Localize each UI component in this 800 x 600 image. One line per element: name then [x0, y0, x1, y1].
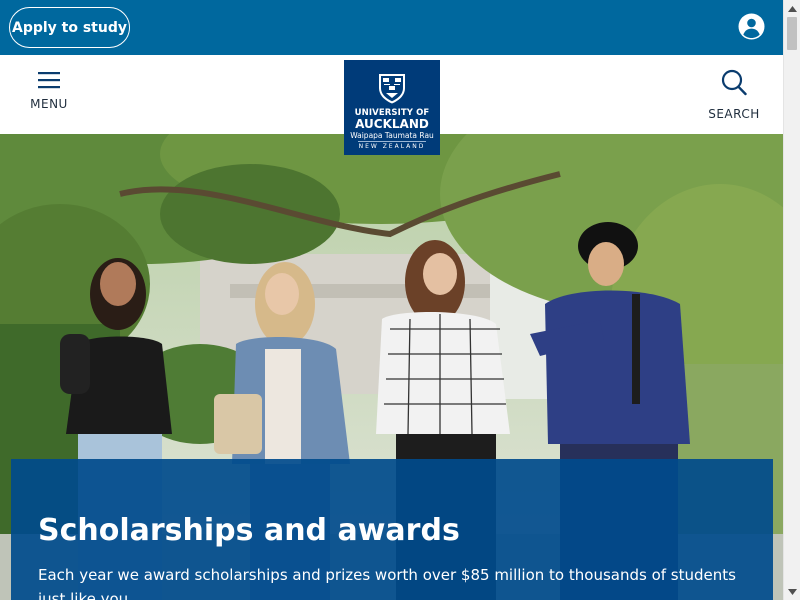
logo-divider [358, 141, 426, 142]
scrollbar-thumb[interactable] [787, 17, 797, 50]
university-logo[interactable]: UNIVERSITY OF AUCKLAND Waipapa Taumata R… [344, 60, 440, 155]
apply-to-study-button[interactable]: Apply to study [9, 7, 130, 48]
magnifier-search-icon [721, 69, 747, 96]
page-viewport: Apply to study MENU SEARCH UNIVERSITY OF… [0, 0, 783, 600]
logo-new-zealand: NEW ZEALAND [358, 143, 426, 150]
logo-auckland: AUCKLAND [355, 117, 429, 131]
crest-icon [379, 74, 405, 104]
utility-bar: Apply to study [0, 0, 783, 55]
hero-banner: Scholarships and awards Each year we awa… [0, 134, 783, 600]
menu-button[interactable]: MENU [22, 71, 76, 121]
scroll-down-arrow-icon[interactable] [784, 583, 800, 600]
hero-title: Scholarships and awards [38, 513, 460, 548]
hamburger-menu-icon [38, 72, 60, 89]
search-button[interactable]: SEARCH [706, 69, 762, 121]
search-label: SEARCH [708, 107, 760, 121]
logo-maori-name: Waipapa Taumata Rau [350, 131, 434, 140]
vertical-scrollbar[interactable] [783, 0, 800, 600]
scroll-up-arrow-icon[interactable] [784, 0, 800, 17]
user-account-icon[interactable] [737, 12, 766, 41]
hero-description: Each year we award scholarships and priz… [38, 566, 736, 600]
menu-label: MENU [30, 97, 68, 111]
hero-caption-panel: Scholarships and awards Each year we awa… [11, 459, 773, 600]
